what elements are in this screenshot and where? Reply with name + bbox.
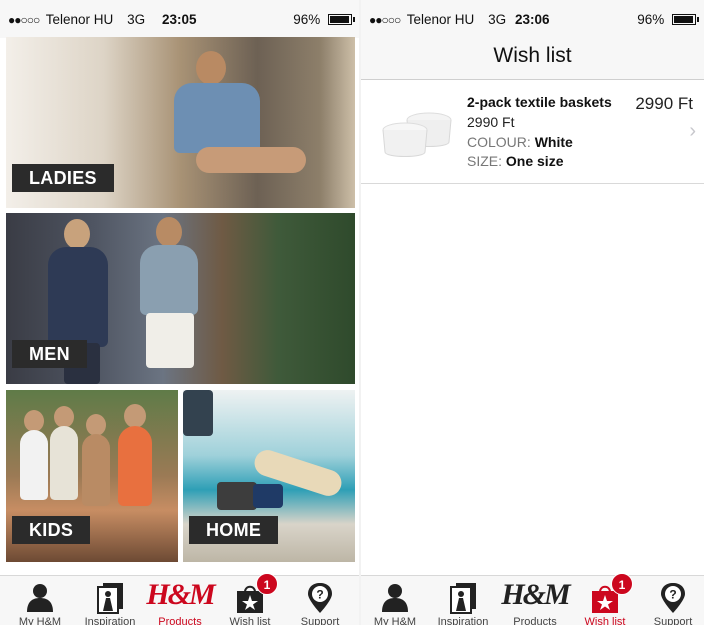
- wish-list-badge: 1: [256, 573, 278, 595]
- tab-inspiration[interactable]: Inspiration: [80, 576, 140, 625]
- battery-percent: 96%: [293, 12, 321, 27]
- battery-icon: [328, 14, 355, 25]
- tab-label: Support: [653, 616, 693, 625]
- category-tile-kids[interactable]: KIDS: [6, 390, 178, 562]
- inspiration-icon: [450, 583, 476, 614]
- hm-logo: H&M: [146, 578, 215, 611]
- svg-text:?: ?: [669, 588, 676, 602]
- category-tile-men[interactable]: MEN: [6, 213, 355, 384]
- tab-bar: My H&M Inspiration H&M Products 1 Wish l…: [0, 573, 360, 625]
- category-tile-ladies[interactable]: LADIES: [6, 37, 355, 208]
- tab-products[interactable]: H&M Products: [501, 576, 570, 625]
- tab-bar: My H&M Inspiration H&M Products 1 Wish l…: [361, 573, 704, 625]
- person-icon: [382, 584, 408, 612]
- battery-icon: [672, 14, 699, 25]
- tab-label: My H&M: [18, 616, 62, 625]
- category-label-ladies: LADIES: [12, 164, 114, 192]
- tab-my-hm[interactable]: My H&M: [10, 576, 70, 625]
- svg-text:?: ?: [316, 588, 323, 602]
- tab-label: Products: [513, 616, 557, 625]
- wish-list-item[interactable]: 2-pack textile baskets 2990 Ft COLOUR: W…: [361, 80, 704, 184]
- tab-support[interactable]: ? Support: [290, 576, 350, 625]
- network-type: 3G: [488, 12, 507, 27]
- battery-percent: 96%: [637, 12, 665, 27]
- category-label-men: MEN: [12, 340, 87, 368]
- status-bar: ●●○○○ Telenor HU 3G 23:06 96%: [361, 0, 704, 38]
- status-time: 23:06: [515, 12, 550, 27]
- tab-label: Support: [300, 616, 340, 625]
- category-label-home: HOME: [189, 516, 279, 544]
- product-price: 2990 Ft: [467, 114, 515, 130]
- size-value: One size: [505, 153, 564, 169]
- product-size: SIZE: One size: [467, 153, 564, 169]
- network-type: 3G: [127, 12, 146, 27]
- tab-wish-list[interactable]: 1 Wish list: [575, 573, 635, 625]
- tab-label: Wish list: [229, 616, 271, 625]
- tab-my-hm[interactable]: My H&M: [365, 576, 425, 625]
- carrier-name: Telenor HU: [406, 12, 475, 27]
- tab-wish-list[interactable]: 1 Wish list: [220, 573, 280, 625]
- wish-list-badge: 1: [611, 573, 633, 595]
- carrier-name: Telenor HU: [45, 12, 114, 27]
- colour-label: COLOUR:: [467, 134, 531, 150]
- product-thumbnail: [382, 112, 452, 157]
- size-label: SIZE:: [467, 153, 503, 169]
- product-colour: COLOUR: White: [467, 134, 573, 150]
- inspiration-icon: [97, 583, 123, 614]
- signal-strength-icon: ●●○○○: [369, 13, 401, 27]
- tab-products[interactable]: H&M Products: [146, 576, 215, 625]
- tab-label: Inspiration: [437, 616, 489, 625]
- ladies-photo: [156, 47, 306, 207]
- battery-fill: [674, 16, 694, 23]
- page-title: Wish list: [493, 44, 572, 67]
- category-label-kids: KIDS: [12, 516, 91, 544]
- location-question-icon: ?: [308, 583, 332, 613]
- chevron-right-icon: ›: [689, 120, 696, 142]
- status-bar: ●●○○○ Telenor HU 3G 23:05 96%: [0, 0, 360, 38]
- colour-value: White: [534, 134, 573, 150]
- status-time: 23:05: [162, 12, 197, 27]
- category-tile-home[interactable]: HOME: [183, 390, 355, 562]
- products-screen: ●●○○○ Telenor HU 3G 23:05 96% LADIES MEN: [0, 0, 360, 625]
- navigation-bar: Wish list: [361, 38, 704, 80]
- signal-strength-icon: ●●○○○: [8, 13, 40, 27]
- location-question-icon: ?: [661, 583, 685, 613]
- person-icon: [27, 584, 53, 612]
- hm-logo: H&M: [501, 578, 570, 611]
- wish-list-screen: ●●○○○ Telenor HU 3G 23:06 96% Wish list …: [361, 0, 704, 625]
- product-name: 2-pack textile baskets: [467, 94, 612, 110]
- item-total-price: 2990 Ft: [635, 94, 693, 113]
- battery-fill: [330, 16, 350, 23]
- tab-support[interactable]: ? Support: [643, 576, 703, 625]
- tab-inspiration[interactable]: Inspiration: [433, 576, 493, 625]
- tab-label: Inspiration: [84, 616, 136, 625]
- tab-label: Products: [158, 616, 202, 625]
